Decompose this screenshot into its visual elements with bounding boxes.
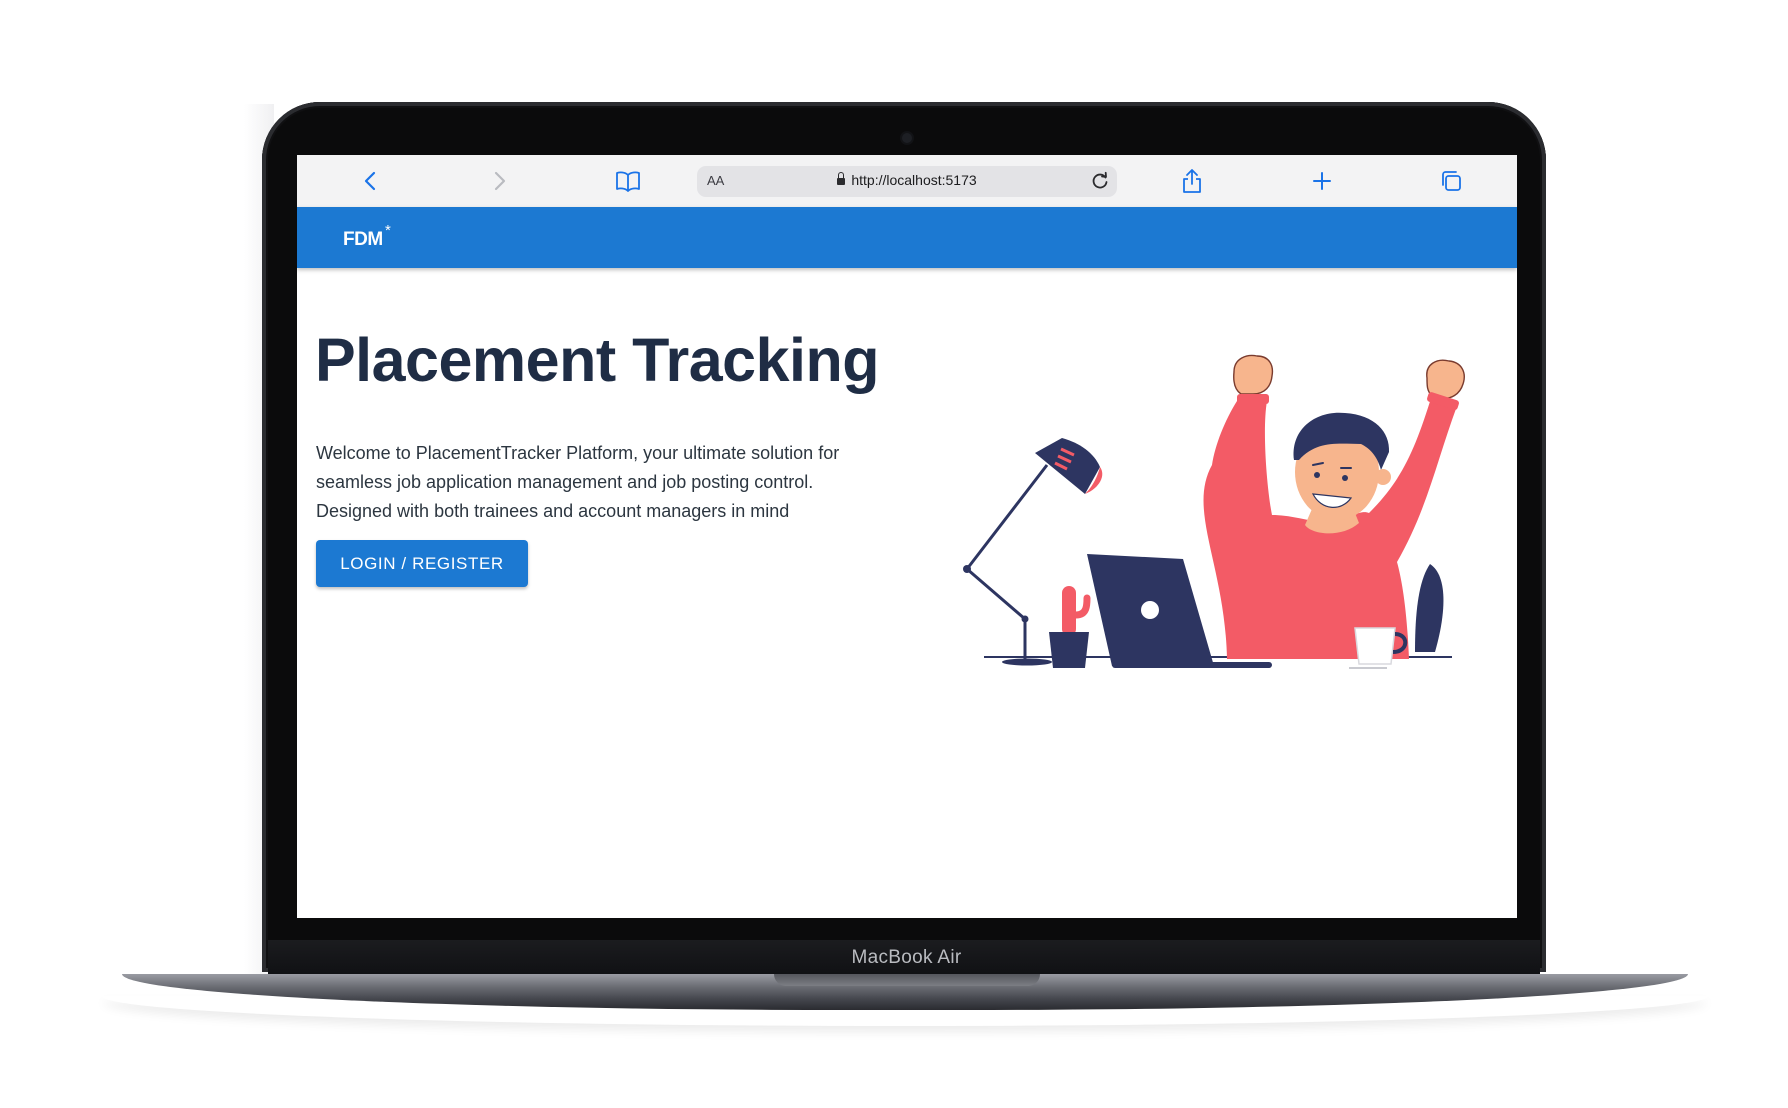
- browser-window: AA http://localhost:5173 FDM * Placement…: [297, 155, 1517, 918]
- desk-lamp-icon: [963, 438, 1103, 666]
- hero-description: Welcome to PlacementTracker Platform, yo…: [316, 443, 840, 521]
- reload-icon[interactable]: [1089, 170, 1111, 192]
- page-title: Placement Tracking: [315, 326, 879, 394]
- tabs-icon[interactable]: [1438, 168, 1464, 194]
- app-header: FDM *: [297, 207, 1517, 268]
- camera-icon: [902, 133, 912, 143]
- login-register-button[interactable]: LOGIN / REGISTER: [316, 540, 528, 587]
- address-bar[interactable]: AA http://localhost:5173: [697, 166, 1117, 197]
- chair: [1415, 564, 1444, 652]
- new-tab-icon[interactable]: [1309, 168, 1335, 194]
- logo-star-icon: *: [385, 222, 391, 239]
- laptop-hinge-notch: [774, 974, 1040, 986]
- browser-toolbar: AA http://localhost:5173: [297, 155, 1517, 208]
- share-icon[interactable]: [1179, 168, 1205, 194]
- lock-icon: [837, 172, 846, 185]
- bookmarks-icon[interactable]: [615, 168, 641, 194]
- back-icon[interactable]: [357, 168, 383, 194]
- fdm-logo[interactable]: FDM: [343, 229, 383, 251]
- device-model-label: MacBook Air: [851, 947, 962, 968]
- device-mockup: AA http://localhost:5173 FDM * Placement…: [0, 0, 1788, 1108]
- cactus-icon: [1049, 586, 1091, 668]
- celebration-illustration: [963, 354, 1465, 669]
- url-text[interactable]: http://localhost:5173: [851, 172, 976, 188]
- forward-icon[interactable]: [487, 168, 513, 194]
